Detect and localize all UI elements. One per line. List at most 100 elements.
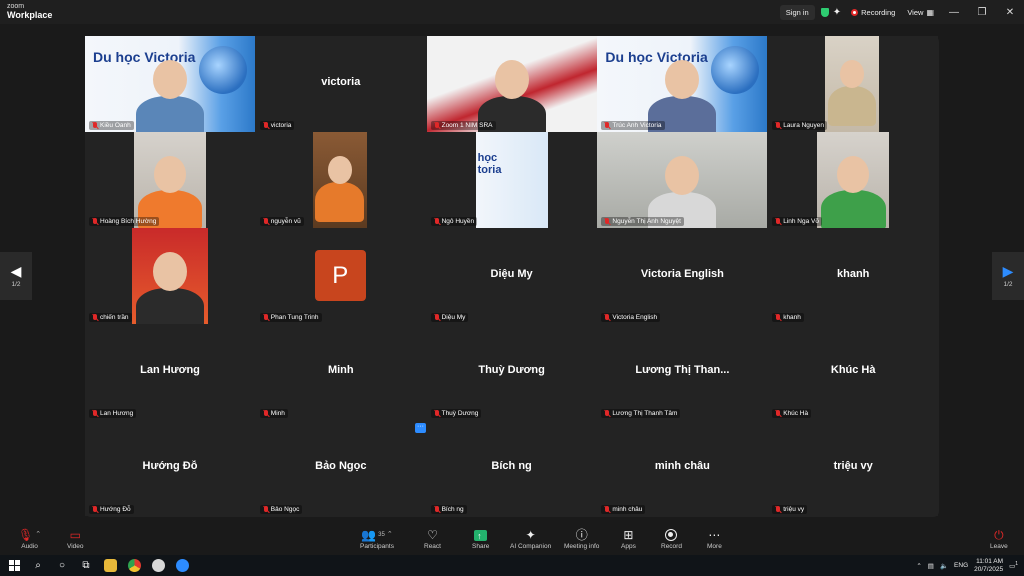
video-button[interactable]: ▭ Video xyxy=(67,527,84,550)
task-view-icon[interactable]: ⧉ xyxy=(76,555,96,576)
next-page-button[interactable]: ▶ 1/2 xyxy=(992,252,1024,300)
view-label: View xyxy=(907,7,924,17)
participant-name-center: Victoria English xyxy=(640,268,724,280)
chevron-up-icon[interactable]: ⌃ xyxy=(35,527,41,543)
participant-name: Lương Thị Thanh Tâm xyxy=(612,410,678,417)
participant-tile[interactable]: P Phan Tung Trinh xyxy=(255,228,426,324)
chevron-up-icon[interactable]: ⌃ xyxy=(916,562,921,570)
participant-tile[interactable]: học toria Ngô Huyền xyxy=(426,132,597,228)
participant-tile[interactable]: Laura Nguyen xyxy=(768,36,939,132)
more-options-icon[interactable]: ··· xyxy=(415,423,426,433)
participant-label: Laura Nguyen xyxy=(772,121,828,130)
participant-tile[interactable]: Hướng Đỗ Hướng Đỗ xyxy=(85,420,255,516)
clock[interactable]: 11:01 AM 20/7/2025 xyxy=(974,558,1003,574)
participant-tile[interactable]: Bích ng Bích ng xyxy=(426,420,597,516)
participant-tile[interactable]: Minh Minh xyxy=(255,324,426,420)
participant-tile[interactable]: Nguyễn Thị Anh Nguyệt xyxy=(597,132,768,228)
participant-tile[interactable]: chiến trần xyxy=(85,228,255,324)
participant-name: chiến trần xyxy=(100,314,129,321)
participant-tile[interactable]: victoria victoria xyxy=(255,36,426,132)
participant-name: Bích ng xyxy=(441,506,464,513)
participant-label: Kiều Oanh xyxy=(89,121,134,130)
participant-name: Phan Tung Trinh xyxy=(270,314,319,321)
participant-tile[interactable]: Victoria English Victoria English xyxy=(597,228,768,324)
participant-tile[interactable]: minh châu minh châu xyxy=(597,420,768,516)
participant-label: Phan Tung Trinh xyxy=(259,313,322,322)
apps-button[interactable]: ⊞ Apps xyxy=(621,527,636,550)
share-button[interactable]: Share xyxy=(472,527,489,551)
leave-button[interactable]: ⏻ Leave xyxy=(990,527,1008,550)
notification-count: 1 xyxy=(1015,560,1018,567)
participant-tile[interactable]: Du học Victoria Trúc Anh Victoria xyxy=(597,36,768,132)
participant-tile[interactable]: Linh Nga Võ xyxy=(768,132,939,228)
participant-tile[interactable]: triệu vy triệu vy xyxy=(768,420,939,516)
cortana-icon[interactable]: ○ xyxy=(52,555,72,576)
chrome-icon[interactable] xyxy=(124,555,144,576)
audio-button[interactable]: 🎙 ⌃ Audio xyxy=(18,527,41,550)
sign-in-button[interactable]: Sign in xyxy=(779,4,815,20)
ai-sparkle-icon[interactable]: ✦ xyxy=(833,7,841,18)
notification-icon[interactable]: ▭1 xyxy=(1009,561,1018,570)
participants-button[interactable]: 👥 35 ⌃ Participants xyxy=(360,527,394,550)
language-indicator[interactable]: ENG xyxy=(954,562,968,569)
participant-name-center: Bích ng xyxy=(491,460,532,472)
brand-workplace: Workplace xyxy=(7,10,53,20)
meeting-info-button[interactable]: ⓘ Meeting info xyxy=(564,527,599,550)
shield-icon[interactable] xyxy=(820,7,829,17)
previous-page-button[interactable]: ◀ 1/2 xyxy=(0,252,32,300)
participant-tile[interactable]: nguyễn vũ xyxy=(255,132,426,228)
participant-label: Linh Nga Võ xyxy=(772,217,822,226)
react-button[interactable]: ♡ React xyxy=(424,527,441,550)
mic-muted-icon xyxy=(604,122,610,129)
participant-head xyxy=(836,156,870,194)
volume-icon[interactable]: 🔈 xyxy=(940,562,948,570)
mic-muted-icon xyxy=(434,218,440,225)
participant-name-center: Hướng Đỗ xyxy=(142,460,198,472)
participant-head xyxy=(840,60,865,88)
page-indicator-right: 1/2 xyxy=(1003,281,1013,288)
title-bar: zoom Workplace Sign in ✦ Recording View … xyxy=(0,0,1024,24)
participant-tile[interactable]: Bảo Ngọc Bảo Ngọc xyxy=(255,420,426,516)
globe-graphic xyxy=(711,46,760,94)
meeting-info-label: Meeting info xyxy=(564,543,600,550)
participant-head xyxy=(665,60,700,100)
file-explorer-icon[interactable] xyxy=(100,555,120,576)
participant-video: Du học Victoria xyxy=(85,36,255,132)
recording-indicator[interactable]: Recording xyxy=(845,5,901,20)
close-button[interactable]: ✕ xyxy=(996,7,1024,18)
view-button[interactable]: View ▦ xyxy=(901,5,940,20)
participant-tile[interactable]: Hoàng Bích Hường xyxy=(85,132,255,228)
restore-button[interactable]: ❐ xyxy=(968,7,996,18)
mic-muted-icon xyxy=(263,506,269,513)
participant-tile[interactable]: khanh khanh xyxy=(768,228,939,324)
more-button[interactable]: ⋯ More xyxy=(707,527,722,550)
zoom-taskbar-icon[interactable] xyxy=(172,555,192,576)
participant-body xyxy=(827,85,877,126)
participant-tile[interactable]: Lan Hương Lan Hương xyxy=(85,324,255,420)
participant-tile[interactable]: Zoom 1 NIM SRA xyxy=(426,36,597,132)
participant-video xyxy=(597,132,768,228)
participant-tile[interactable]: Diệu My Diệu My xyxy=(426,228,597,324)
start-button[interactable] xyxy=(4,555,24,576)
meeting-toolbar: 🎙 ⌃ Audio ▭ Video 👥 35 ⌃ Participants ♡ Rea… xyxy=(0,524,1024,555)
participant-label: Hoàng Bích Hường xyxy=(89,217,160,226)
network-icon[interactable]: ▤ xyxy=(928,562,934,570)
record-button[interactable]: Record xyxy=(661,527,682,550)
gallery-view: Du học Victoria Kiều Oanh victoria victoria… xyxy=(85,36,939,517)
participants-label: Participants xyxy=(360,543,394,550)
chevron-up-icon[interactable]: ⌃ xyxy=(387,527,393,543)
participant-tile[interactable]: Thuỳ Dương Thuỳ Dương xyxy=(426,324,597,420)
participant-label: Victoria English xyxy=(601,313,661,322)
minimize-button[interactable]: — xyxy=(940,7,968,18)
mic-muted-icon xyxy=(775,410,781,417)
participant-tile[interactable]: Du học Victoria Kiều Oanh xyxy=(85,36,255,132)
search-icon[interactable]: ⌕ xyxy=(28,555,48,576)
mic-muted-icon xyxy=(263,218,269,225)
app-red-icon[interactable] xyxy=(148,555,168,576)
participant-tile[interactable]: Lương Thị Than... Lương Thị Thanh Tâm xyxy=(597,324,768,420)
participant-tile[interactable]: Khúc Hà Khúc Hà xyxy=(768,324,939,420)
poster-text: Du học Victoria xyxy=(93,49,196,65)
participant-name: Bảo Ngọc xyxy=(270,506,300,513)
ai-companion-button[interactable]: ✦ AI Companion xyxy=(510,527,551,550)
heart-icon: ♡ xyxy=(427,528,438,542)
